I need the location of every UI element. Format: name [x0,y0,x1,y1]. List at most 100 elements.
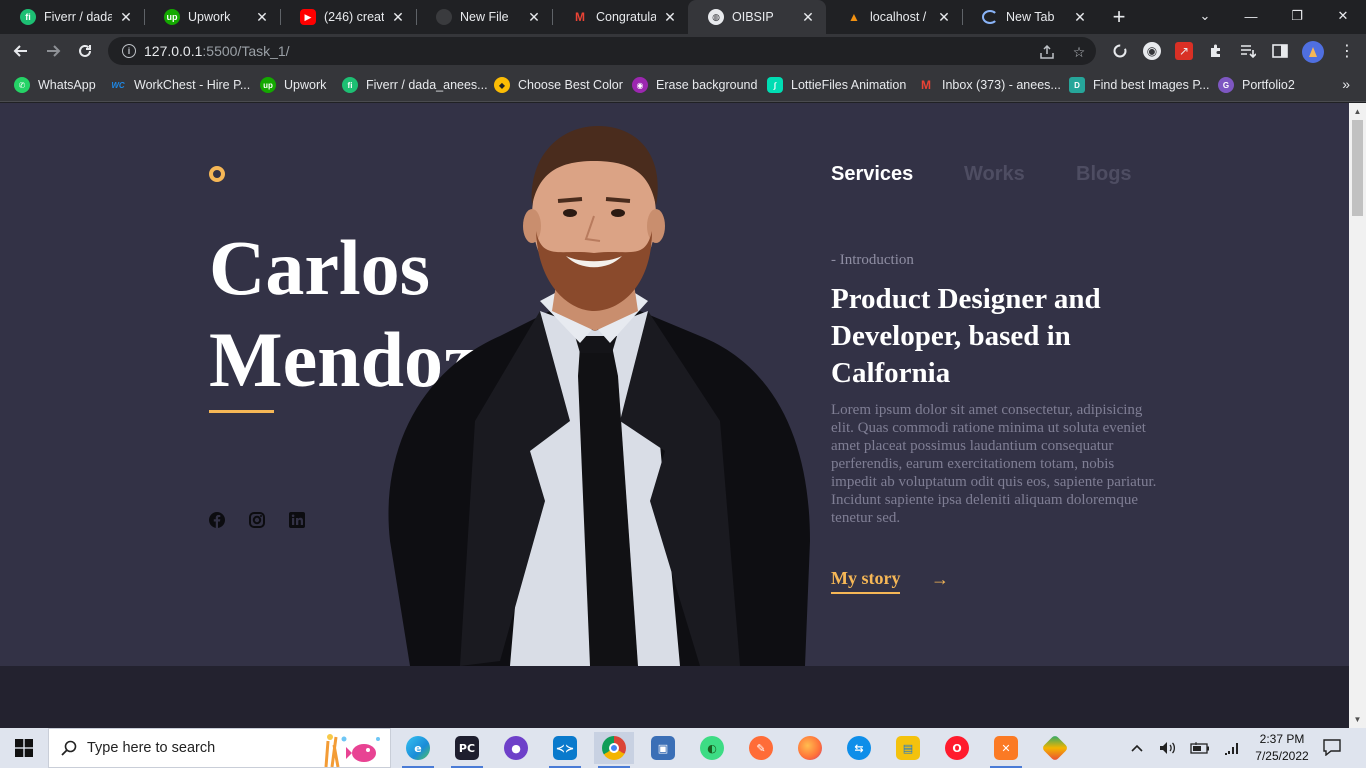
taskbar-edge[interactable]: e [398,732,438,768]
close-icon[interactable]: ✕ [526,9,542,25]
extension-sync-icon[interactable] [1111,42,1129,60]
bookmark-label: WorkChest - Hire P... [134,78,251,92]
site-logo[interactable] [209,166,225,182]
taskbar-file-explorer[interactable]: ▤ [888,732,928,764]
close-icon[interactable]: ✕ [1072,9,1088,25]
virtualbox-icon: ▣ [651,736,675,760]
arrow-right-icon[interactable]: → [931,569,949,590]
extensions-puzzle-icon[interactable] [1207,42,1225,60]
extension-ghost-icon[interactable]: ◉ [1143,42,1161,60]
taskbar-android[interactable]: ◐ [692,732,732,764]
close-icon[interactable]: ✕ [254,9,270,25]
new-tab-button[interactable]: + [1106,4,1132,30]
taskbar-vscode[interactable]: ≺≻ [545,732,585,768]
github-icon [436,9,452,25]
taskbar-chrome[interactable] [594,732,634,768]
taskbar-virtualbox[interactable]: ▣ [643,732,683,764]
clock-time: 2:37 PM [1259,732,1305,746]
close-icon[interactable]: ✕ [118,9,134,25]
reload-button[interactable] [72,38,98,64]
my-story-link[interactable]: My story [831,568,901,594]
profile-avatar-icon[interactable] [1302,41,1324,63]
tab-oibsip[interactable]: ◍ OIBSIP ✕ [688,0,826,34]
close-icon[interactable]: ✕ [662,9,678,25]
bookmark-erase-bg[interactable]: ◉ Erase background [632,75,757,95]
nav-works[interactable]: Works [964,163,1025,186]
side-panel-icon[interactable] [1271,42,1289,60]
tab-search-icon[interactable]: ⌄ [1182,0,1228,32]
share-icon[interactable] [1038,43,1056,61]
bookmark-choose-color[interactable]: ◆ Choose Best Color [494,75,623,95]
window-close-button[interactable]: ✕ [1320,0,1366,32]
nav-blogs[interactable]: Blogs [1076,163,1132,186]
bookmark-label: Find best Images P... [1093,78,1210,92]
tab-fiverr[interactable]: fi Fiverr / dada_ ✕ [0,0,144,34]
reading-list-icon[interactable] [1239,42,1257,60]
bookmark-star-icon[interactable]: ☆ [1070,43,1088,61]
name-underline [209,410,274,413]
instagram-icon[interactable] [248,511,266,529]
scroll-down-icon[interactable]: ▼ [1349,711,1366,728]
menu-kebab-icon[interactable]: ⋮ [1338,42,1356,60]
taskbar-postman[interactable]: ✎ [741,732,781,764]
paint-icon: ◆ [494,77,510,93]
bookmark-lottiefiles[interactable]: ∫ LottieFiles Animation [767,75,906,95]
bookmarks-overflow-icon[interactable]: » [1342,76,1350,92]
bookmark-find-images[interactable]: D Find best Images P... [1069,75,1210,95]
taskbar-teamviewer[interactable]: ⇆ [839,732,879,764]
bookmark-label: Choose Best Color [518,78,623,92]
taskbar-github-desktop[interactable]: ● [496,732,536,764]
site-info-icon[interactable]: i [122,44,136,58]
scroll-up-icon[interactable]: ▲ [1349,103,1366,120]
opera-icon: O [945,736,969,760]
gmail-icon: M [921,78,931,92]
close-icon[interactable]: ✕ [390,9,406,25]
taskbar-pycharm[interactable]: PC [447,732,487,768]
page-scrollbar[interactable]: ▲ ▼ [1349,103,1366,728]
close-icon[interactable]: ✕ [936,9,952,25]
bookmark-upwork[interactable]: up Upwork [260,75,326,95]
browser-toolbar: i 127.0.0.1:5500/Task_1/ ☆ ◉ ↗ ⋮ [0,34,1366,68]
start-button[interactable] [0,728,48,768]
close-icon[interactable]: ✕ [800,9,816,25]
bookmark-fiverr[interactable]: fi Fiverr / dada_anees... [342,75,488,95]
bookmark-label: LottieFiles Animation [791,78,907,92]
taskbar-firefox[interactable] [790,732,830,764]
notification-center-icon[interactable] [1322,738,1344,758]
address-bar[interactable]: i 127.0.0.1:5500/Task_1/ ☆ [108,37,1096,65]
battery-icon[interactable] [1188,728,1212,768]
bookmark-workchest[interactable]: WC WorkChest - Hire P... [110,75,250,95]
extension-red-icon[interactable]: ↗ [1175,42,1193,60]
tray-chevron-up-icon[interactable] [1126,728,1148,768]
tab-github[interactable]: New File ✕ [416,0,552,34]
volume-icon[interactable] [1156,728,1180,768]
bookmarks-bar: ✆ WhatsApp WC WorkChest - Hire P... up Upwo… [0,68,1366,102]
maximize-button[interactable]: ❐ [1274,0,1320,32]
upwork-icon: up [260,77,276,93]
wifi-icon[interactable] [1220,728,1244,768]
taskbar-opera[interactable]: O [937,732,977,764]
taskbar-xampp[interactable]: ✕ [986,732,1026,768]
scroll-thumb[interactable] [1352,120,1363,216]
search-icon [61,740,77,756]
facebook-icon[interactable] [208,511,226,529]
tab-title: Fiverr / dada_ [44,10,112,24]
taskbar-gitkraken[interactable] [1035,732,1075,764]
tab-gmail[interactable]: M Congratulatio ✕ [552,0,688,34]
forward-button[interactable] [40,38,66,64]
linkedin-icon[interactable] [288,511,306,529]
tab-new-tab[interactable]: New Tab ✕ [962,0,1098,34]
taskbar-clock[interactable]: 2:37 PM 7/25/2022 [1250,731,1314,765]
nav-services[interactable]: Services [831,163,913,186]
taskbar-search-input[interactable]: Type here to search [48,728,391,768]
bookmark-inbox[interactable]: M Inbox (373) - anees... [918,75,1061,95]
bookmark-portfolio2[interactable]: G Portfolio2 [1218,75,1295,95]
back-button[interactable] [8,38,34,64]
portrait-image [388,126,810,666]
bookmark-label: Upwork [284,78,327,92]
tab-upwork[interactable]: up Upwork ✕ [144,0,280,34]
tab-localhost[interactable]: ▲ localhost / 12 ✕ [826,0,962,34]
bookmark-whatsapp[interactable]: ✆ WhatsApp [14,75,96,95]
minimize-button[interactable]: — [1228,0,1274,32]
tab-youtube[interactable]: ▶ (246) create b ✕ [280,0,416,34]
